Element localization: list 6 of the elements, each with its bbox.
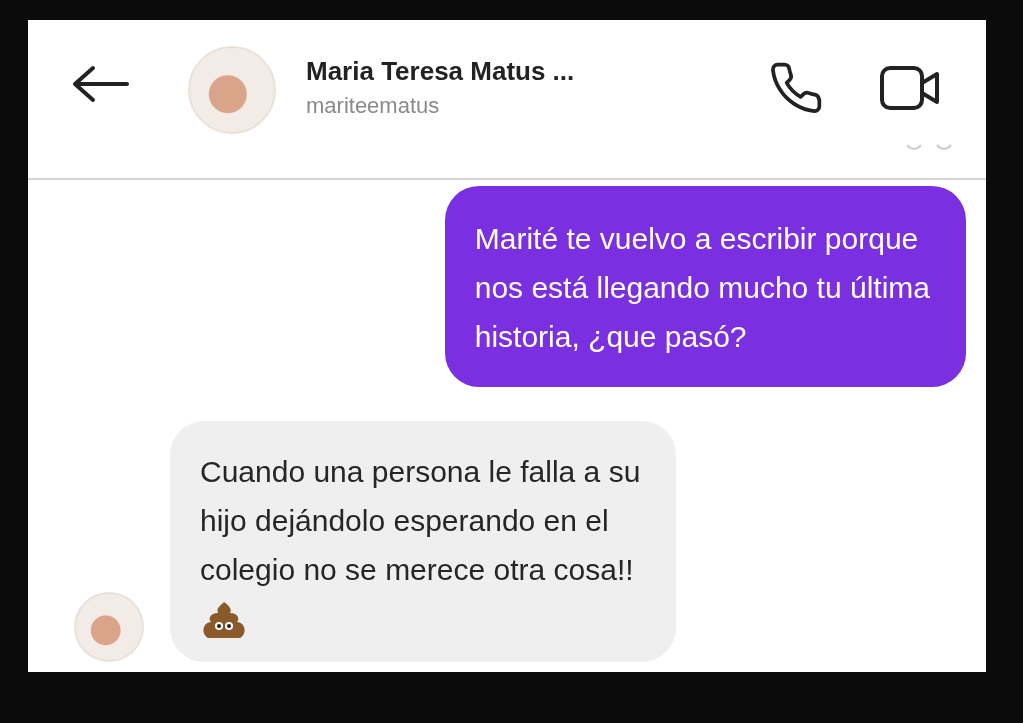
contact-username: mariteematus bbox=[306, 93, 441, 119]
message-text: Cuando una persona le falla a su hijo dejándolo esperando en el colegio no se merece otra cosa!! bbox=[200, 454, 641, 588]
contact-name: Maria Teresa Matus ... bbox=[306, 56, 575, 87]
seen-indicator-icon bbox=[936, 144, 952, 152]
message-text: Marité te vuelvo a escribir porque nos está llegando mucho tu última historia, ¿que pasó? bbox=[474, 221, 930, 355]
seen-indicator-icon bbox=[906, 144, 922, 152]
